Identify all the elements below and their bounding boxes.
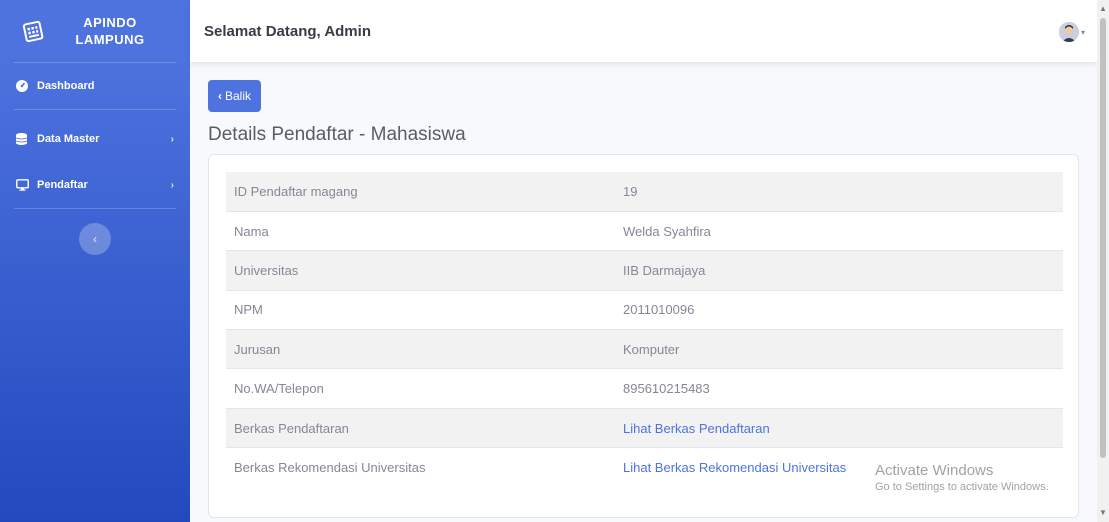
sidebar-toggle-button[interactable]: ‹ <box>79 223 111 255</box>
user-menu[interactable]: ▾ <box>1058 22 1085 42</box>
back-button-label: Balik <box>225 89 252 103</box>
row-value: 19 <box>615 172 1063 212</box>
tachometer-icon <box>16 80 30 92</box>
scrollbar-thumb[interactable] <box>1100 18 1106 458</box>
row-label: Nama <box>226 210 615 251</box>
row-label: NPM <box>226 289 615 330</box>
sidebar-divider <box>14 208 176 209</box>
chevron-right-icon: › <box>170 133 174 145</box>
row-label: ID Pendaftar magang <box>226 172 615 212</box>
sidebar: APINDO LAMPUNG Dashboard Data Master › P… <box>0 0 190 522</box>
row-label: Berkas Pendaftaran <box>226 407 615 448</box>
welcome-text: Selamat Datang, Admin <box>204 22 371 40</box>
brand-line2: LAMPUNG <box>75 32 145 47</box>
back-button[interactable]: ‹ Balik <box>208 80 262 112</box>
database-icon <box>16 133 30 145</box>
table-row: Jurusan Komputer <box>226 329 1063 369</box>
berkas-rekomendasi-link[interactable]: Lihat Berkas Rekomendasi Universitas <box>623 460 846 475</box>
row-label: No.WA/Telepon <box>226 368 615 409</box>
table-row: Berkas Pendaftaran Lihat Berkas Pendafta… <box>226 407 1063 448</box>
topbar: Selamat Datang, Admin ▾ <box>190 0 1097 62</box>
row-value: Welda Syahfira <box>615 210 1063 251</box>
user-avatar-icon <box>1058 22 1079 42</box>
table-row: Universitas IIB Darmajaya <box>226 250 1063 291</box>
desktop-icon <box>16 179 30 191</box>
row-value: Komputer <box>615 329 1063 369</box>
sidebar-item-dashboard[interactable]: Dashboard <box>0 63 190 109</box>
chevron-down-icon: ▾ <box>1080 27 1085 37</box>
row-label: Jurusan <box>226 329 615 369</box>
sidebar-item-label: Dashboard <box>37 80 95 92</box>
table-row: Nama Welda Syahfira <box>226 210 1063 251</box>
berkas-pendaftaran-link[interactable]: Lihat Berkas Pendaftaran <box>623 421 770 436</box>
table-row: ID Pendaftar magang 19 <box>226 172 1063 212</box>
sidebar-item-label: Data Master <box>37 133 100 145</box>
scroll-down-icon[interactable]: ▼ <box>1097 506 1109 520</box>
row-value: IIB Darmajaya <box>615 250 1063 291</box>
sidebar-toggle-wrap: ‹ <box>0 223 190 255</box>
row-value: Lihat Berkas Pendaftaran <box>615 407 1063 448</box>
chevron-left-icon: ‹ <box>93 232 97 246</box>
brand-line1: APINDO <box>83 15 137 30</box>
sidebar-divider <box>14 109 176 110</box>
activate-windows-watermark: Activate Windows Go to Settings to activ… <box>875 462 1049 493</box>
chevron-left-icon: ‹ <box>218 89 222 103</box>
sidebar-item-pendaftar[interactable]: Pendaftar › <box>0 162 190 208</box>
row-label: Berkas Rekomendasi Universitas <box>226 447 615 488</box>
watermark-title: Activate Windows <box>875 462 994 479</box>
table-row: NPM 2011010096 <box>226 289 1063 330</box>
sidebar-item-label: Pendaftar <box>37 179 88 191</box>
page-title: Details Pendaftar - Mahasiswa <box>208 124 466 145</box>
chevron-right-icon: › <box>170 179 174 191</box>
brand-name: APINDO LAMPUNG <box>46 14 190 48</box>
row-label: Universitas <box>226 250 615 291</box>
row-value: 895610215483 <box>615 368 1063 409</box>
sidebar-brand[interactable]: APINDO LAMPUNG <box>0 0 190 62</box>
row-value: 2011010096 <box>615 289 1063 330</box>
scroll-up-icon[interactable]: ▲ <box>1097 2 1109 16</box>
details-table: ID Pendaftar magang 19 Nama Welda Syahfi… <box>226 172 1063 488</box>
table-row: No.WA/Telepon 895610215483 <box>226 368 1063 409</box>
sidebar-item-data-master[interactable]: Data Master › <box>0 116 190 162</box>
keyboard-icon <box>20 18 46 44</box>
watermark-subtitle: Go to Settings to activate Windows. <box>875 481 1049 493</box>
page-scrollbar[interactable]: ▲ ▼ <box>1097 0 1109 522</box>
